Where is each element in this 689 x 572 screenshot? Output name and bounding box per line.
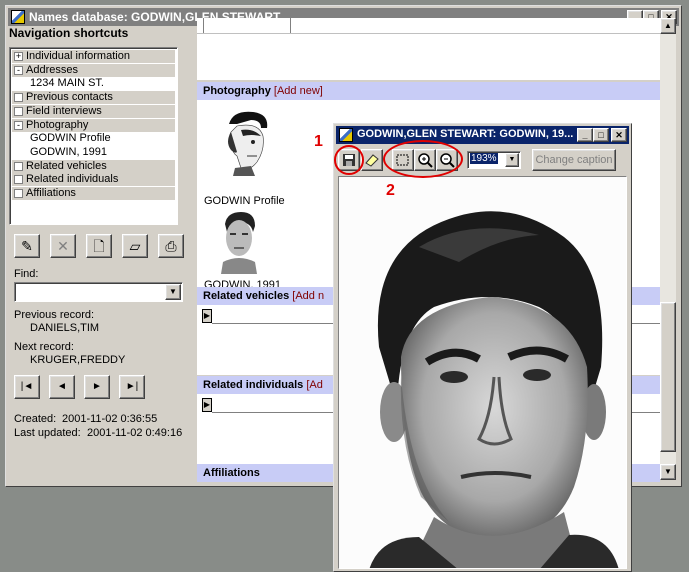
print-button[interactable]: ⎙ bbox=[158, 234, 184, 258]
nav-item[interactable]: + Individual information bbox=[12, 50, 175, 63]
individuals-title: Related individuals bbox=[203, 379, 304, 391]
pencil-icon: ✎ bbox=[21, 238, 33, 254]
previous-record-value[interactable]: DANIELS,TIM bbox=[30, 322, 99, 334]
nav-heading: Navigation shortcuts bbox=[9, 26, 129, 40]
zoom-dropdown-arrow-icon[interactable]: ▼ bbox=[505, 153, 519, 167]
annotation-circle-2 bbox=[383, 140, 463, 178]
change-caption-button[interactable]: Change caption bbox=[532, 149, 616, 171]
tree-node-icon[interactable] bbox=[14, 189, 23, 198]
scroll-thumb[interactable] bbox=[660, 302, 676, 452]
nav-item-label: Previous contacts bbox=[26, 91, 113, 104]
nav-item[interactable]: 1234 MAIN ST. bbox=[12, 77, 175, 91]
image-viewer-title-bar[interactable]: GODWIN,GLEN STEWART: GODWIN, 19... _ □ ✕ bbox=[336, 126, 629, 144]
created-label: Created: bbox=[14, 413, 57, 425]
nav-item[interactable]: Affiliations bbox=[12, 187, 175, 200]
vehicles-row-marker-icon: ▶ bbox=[202, 309, 212, 323]
viewer-app-icon bbox=[339, 128, 353, 142]
zoom-value: 193% bbox=[470, 153, 498, 164]
expand-toggle-icon[interactable]: + bbox=[14, 52, 23, 61]
eraser-icon bbox=[365, 154, 379, 167]
nav-item[interactable]: Related vehicles bbox=[12, 159, 175, 173]
nav-item[interactable]: GODWIN Profile bbox=[12, 132, 175, 146]
find-dropdown-arrow-icon[interactable]: ▼ bbox=[165, 284, 181, 300]
last-updated-label: Last updated: bbox=[14, 427, 81, 439]
edit-button[interactable]: ✎ bbox=[14, 234, 40, 258]
detail-scrollbar[interactable]: ▲ ▼ bbox=[660, 18, 676, 480]
photo-thumbnail-1991[interactable] bbox=[217, 210, 261, 274]
nav-item-label: 1234 MAIN ST. bbox=[30, 77, 104, 90]
nav-item-label: Field interviews bbox=[26, 104, 102, 117]
x-icon: ✕ bbox=[57, 238, 69, 254]
viewer-minimize-button[interactable]: _ bbox=[577, 128, 593, 142]
nav-item-label: GODWIN, 1991 bbox=[30, 145, 108, 158]
image-viewer-title: GODWIN,GLEN STEWART: GODWIN, 19... bbox=[357, 128, 574, 140]
addresses-area bbox=[197, 18, 660, 80]
first-record-button[interactable]: |◄ bbox=[14, 375, 40, 399]
photography-title: Photography bbox=[203, 85, 271, 97]
nav-tree[interactable]: + Individual information - Addresses 1234 MA… bbox=[9, 47, 178, 225]
vehicles-add-new-link[interactable]: [Add n bbox=[292, 290, 324, 302]
delete-button[interactable]: ✕ bbox=[50, 234, 76, 258]
annotation-number-2: 2 bbox=[386, 182, 395, 199]
nav-item-label: Related individuals bbox=[26, 173, 119, 186]
nav-item-label: Related vehicles bbox=[26, 159, 107, 172]
previous-record-button[interactable]: ◄ bbox=[49, 375, 75, 399]
photography-section-header: Photography [Add new] bbox=[197, 82, 660, 100]
nav-item-label: Addresses bbox=[26, 63, 78, 76]
last-record-button[interactable]: ►| bbox=[119, 375, 145, 399]
nav-item[interactable]: - Addresses bbox=[12, 63, 175, 77]
individuals-add-new-link[interactable]: [Ad bbox=[306, 379, 323, 391]
nav-item[interactable]: Related individuals bbox=[12, 173, 175, 187]
tree-node-icon[interactable] bbox=[14, 175, 23, 185]
vehicles-title: Related vehicles bbox=[203, 290, 290, 302]
photo-thumbnail-profile[interactable] bbox=[211, 106, 275, 176]
individuals-row-marker-icon: ▶ bbox=[202, 398, 212, 412]
nav-item-label: Photography bbox=[26, 118, 89, 131]
nav-item[interactable]: GODWIN, 1991 bbox=[12, 145, 175, 159]
tree-node-icon[interactable] bbox=[14, 93, 23, 103]
nav-item[interactable]: Previous contacts bbox=[12, 91, 175, 105]
last-updated-value: 2001-11-02 0:49:16 bbox=[87, 427, 183, 439]
printer-icon: ⎙ bbox=[165, 238, 177, 254]
nav-item[interactable]: Field interviews bbox=[12, 104, 175, 118]
nav-item-label: Individual information bbox=[26, 50, 130, 62]
scroll-up-arrow-icon[interactable]: ▲ bbox=[660, 18, 676, 34]
expand-toggle-icon[interactable]: - bbox=[14, 120, 23, 130]
document-icon: 🗋 bbox=[93, 238, 105, 254]
nav-item[interactable]: - Photography bbox=[12, 118, 175, 132]
erase-button[interactable]: ▱ bbox=[122, 234, 148, 258]
clear-button[interactable] bbox=[361, 149, 383, 171]
created-value: 2001-11-02 0:36:55 bbox=[62, 413, 158, 425]
find-label: Find: bbox=[14, 268, 39, 280]
eraser-icon: ▱ bbox=[129, 238, 141, 254]
previous-record-label: Previous record: bbox=[14, 309, 95, 321]
zoom-select[interactable]: 193% ▼ bbox=[467, 151, 521, 169]
nav-item-label: GODWIN Profile bbox=[30, 132, 111, 145]
tree-node-icon[interactable] bbox=[14, 161, 23, 171]
new-button[interactable]: 🗋 bbox=[86, 234, 112, 258]
next-record-label: Next record: bbox=[14, 341, 74, 353]
expand-toggle-icon[interactable]: - bbox=[14, 65, 23, 75]
nav-item-label: Affiliations bbox=[26, 187, 76, 199]
viewer-maximize-button[interactable]: □ bbox=[593, 128, 609, 142]
tree-node-icon[interactable] bbox=[14, 106, 23, 116]
affiliations-title: Affiliations bbox=[203, 467, 260, 479]
annotation-number-1: 1 bbox=[314, 133, 323, 150]
annotation-circle-1 bbox=[334, 145, 364, 175]
viewer-close-button[interactable]: ✕ bbox=[611, 128, 627, 142]
photography-add-new-link[interactable]: [Add new] bbox=[274, 85, 323, 97]
next-record-value[interactable]: KRUGER,FREDDY bbox=[30, 354, 125, 366]
find-combobox[interactable]: ▼ bbox=[14, 282, 183, 302]
app-icon bbox=[11, 10, 25, 24]
next-record-button[interactable]: ► bbox=[84, 375, 110, 399]
image-viewer-window: GODWIN,GLEN STEWART: GODWIN, 19... _ □ ✕… bbox=[333, 123, 632, 572]
photo-caption-profile: GODWIN Profile bbox=[204, 195, 285, 207]
mugshot-image bbox=[338, 176, 627, 569]
scroll-down-arrow-icon[interactable]: ▼ bbox=[660, 464, 676, 480]
